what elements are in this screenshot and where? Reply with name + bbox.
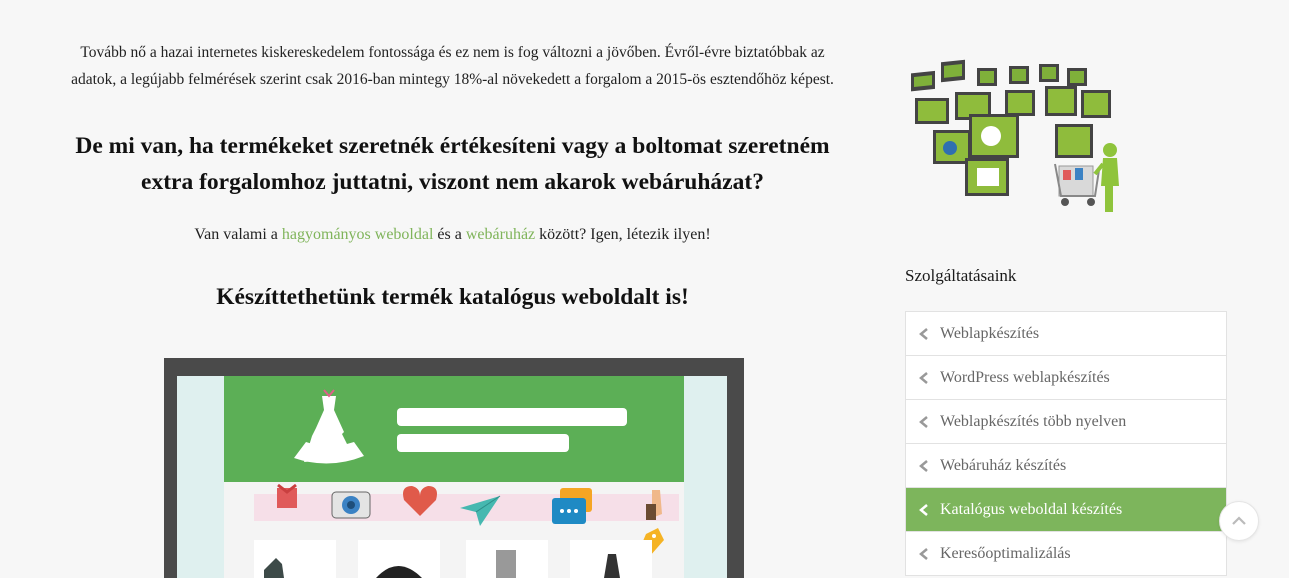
paragraph-text-end: között? Igen, létezik ilyen! bbox=[535, 226, 711, 243]
service-item-weblapkeszites[interactable]: Weblapkészítés bbox=[906, 312, 1226, 356]
gift-icon bbox=[277, 483, 297, 508]
section-heading: De mi van, ha termékeket szeretnék érték… bbox=[75, 133, 830, 195]
service-item-wordpress[interactable]: WordPress weblapkészítés bbox=[906, 356, 1226, 400]
service-item-seo[interactable]: Keresőoptimalizálás bbox=[906, 532, 1226, 575]
service-item-label: WordPress weblapkészítés bbox=[940, 368, 1110, 386]
service-item-label: Weblapkészítés több nyelven bbox=[940, 412, 1127, 430]
paragraph-text-middle: és a bbox=[433, 226, 466, 243]
service-item-multilingual[interactable]: Weblapkészítés több nyelven bbox=[906, 400, 1226, 444]
chevron-left-icon bbox=[919, 371, 928, 384]
service-item-label: Keresőoptimalizálás bbox=[940, 544, 1071, 562]
chevron-left-icon bbox=[919, 459, 928, 472]
service-item-catalog[interactable]: Katalógus weboldal készítés bbox=[906, 488, 1226, 532]
link-traditional-website[interactable]: hagyományos weboldal bbox=[282, 226, 434, 243]
chevron-left-icon bbox=[919, 415, 928, 428]
link-webshop[interactable]: webáruház bbox=[466, 226, 535, 243]
service-item-label: Weblapkészítés bbox=[940, 324, 1040, 342]
service-item-label: Webáruház készítés bbox=[940, 456, 1067, 474]
chevron-left-icon bbox=[919, 327, 928, 340]
chevron-left-icon bbox=[919, 547, 928, 560]
camera-icon bbox=[331, 491, 371, 519]
scroll-to-top-button[interactable] bbox=[1219, 501, 1259, 541]
catalog-website-illustration bbox=[164, 358, 744, 578]
catalog-heading: Készíttethetünk termék katalógus webolda… bbox=[216, 284, 689, 310]
main-content: Tovább nő a hazai internetes kiskeresked… bbox=[60, 0, 845, 315]
services-list: Weblapkészítés WordPress weblapkészítés … bbox=[905, 311, 1227, 576]
service-item-webshop[interactable]: Webáruház készítés bbox=[906, 444, 1226, 488]
comparison-paragraph: Van valami a hagyományos weboldal és a w… bbox=[60, 222, 845, 248]
chevron-up-icon bbox=[1232, 516, 1246, 525]
chevron-left-icon bbox=[919, 503, 928, 516]
paragraph-text-start: Van valami a bbox=[194, 226, 282, 243]
services-title: Szolgáltatásaink bbox=[905, 266, 1017, 285]
ecommerce-illustration bbox=[911, 59, 1119, 212]
service-item-label: Katalógus weboldal készítés bbox=[940, 500, 1123, 518]
intro-paragraph: Tovább nő a hazai internetes kiskeresked… bbox=[71, 44, 834, 88]
